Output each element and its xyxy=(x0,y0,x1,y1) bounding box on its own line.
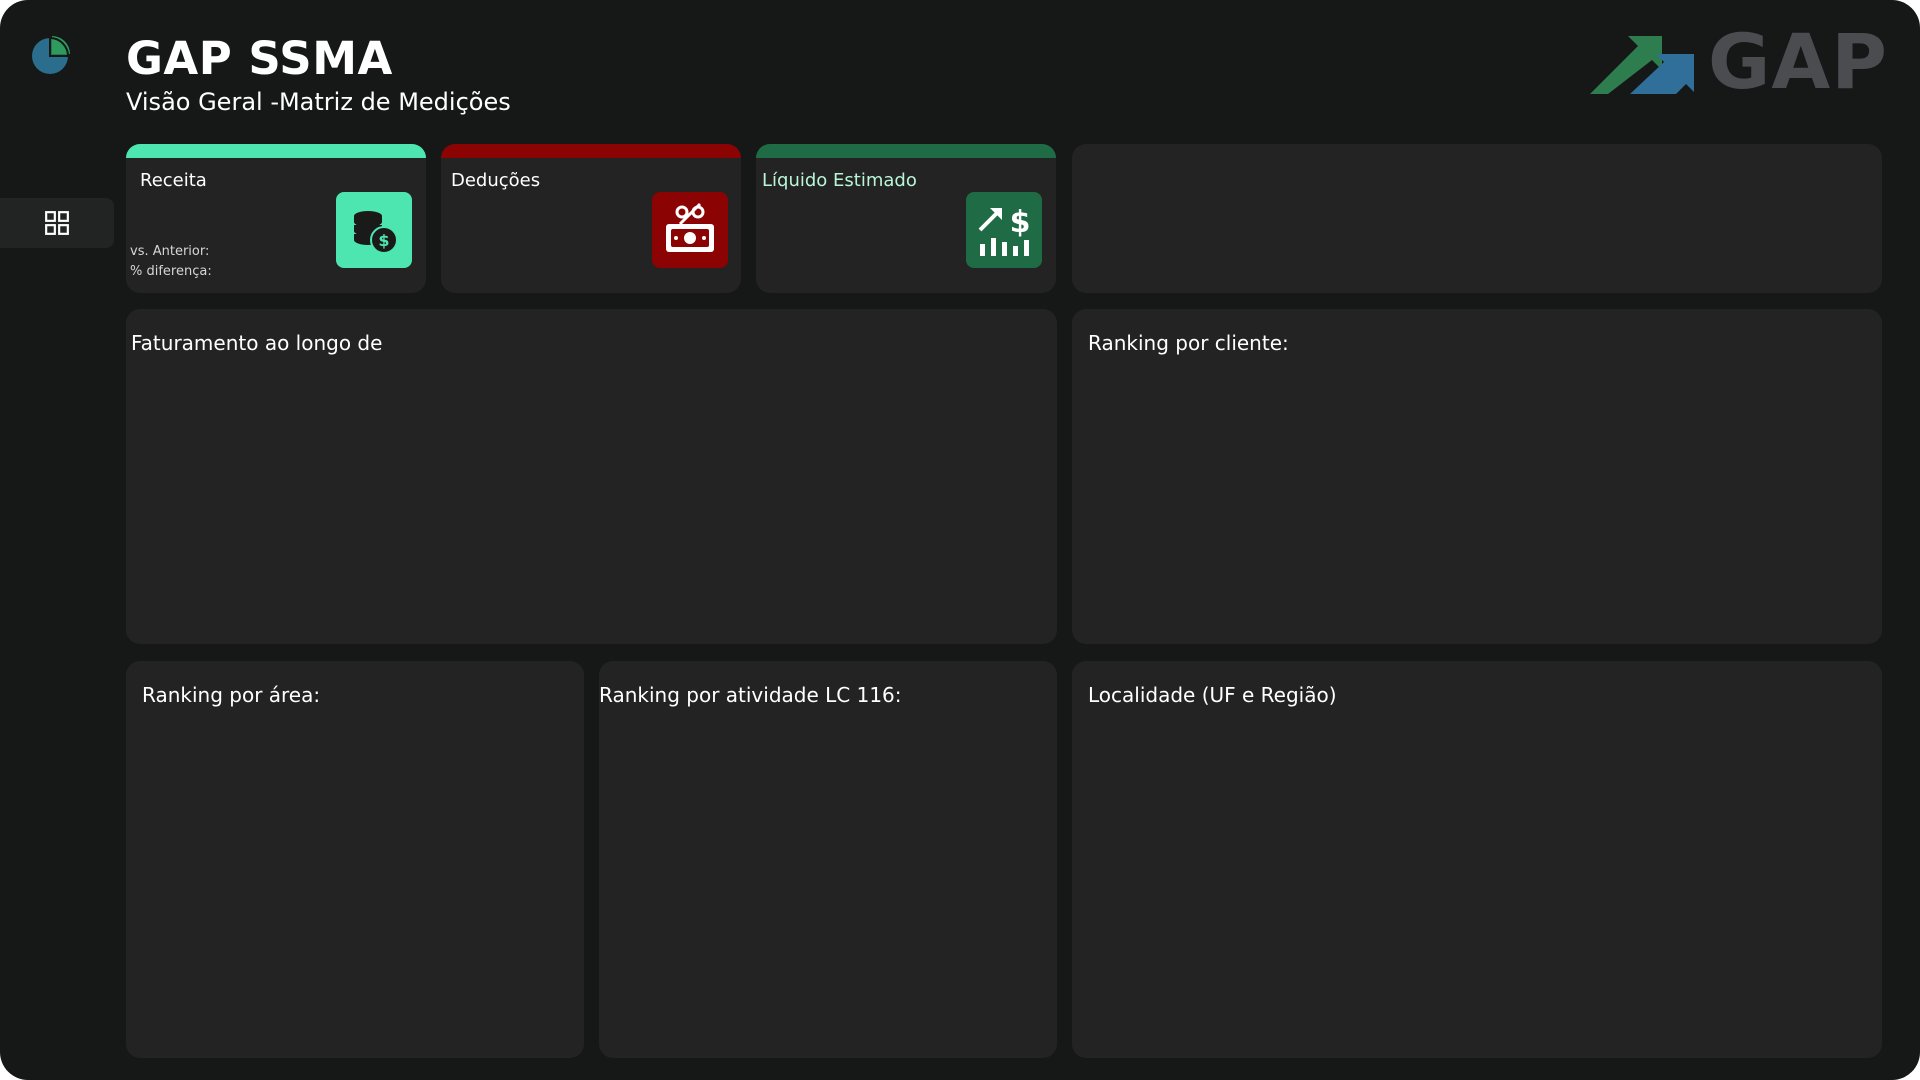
page-subtitle: Visão Geral -Matriz de Medições xyxy=(126,88,511,116)
kpi-card-liquido: Líquido Estimado $ xyxy=(756,144,1056,293)
panel-faturamento: Faturamento ao longo de xyxy=(126,309,1057,644)
panel-title: Ranking por atividade LC 116: xyxy=(599,683,902,707)
kpi-accent-bar xyxy=(126,144,426,158)
coins-dollar-icon: $ xyxy=(336,192,412,268)
panel-ranking-cliente: Ranking por cliente: xyxy=(1072,309,1882,644)
kpi-diff-label: % diferença: xyxy=(130,264,212,279)
app-frame: GAP SSMA Visão Geral -Matriz de Medições… xyxy=(0,0,1920,1080)
arrow-logo-icon xyxy=(1590,36,1694,94)
kpi-vs-previous-label: vs. Anterior: xyxy=(130,244,210,259)
kpi-label: Deduções xyxy=(451,170,541,191)
page-title: GAP SSMA xyxy=(126,32,393,85)
kpi-card-deducoes: Deduções xyxy=(441,144,741,293)
svg-text:$: $ xyxy=(1010,205,1031,240)
panel-title: Localidade (UF e Região) xyxy=(1088,683,1337,707)
panel-title: Faturamento ao longo de xyxy=(131,331,383,355)
brand-wordmark: GAP xyxy=(1708,17,1888,106)
kpi-label: Receita xyxy=(140,170,207,191)
sidebar-item-dashboard[interactable] xyxy=(0,198,114,248)
kpi-accent-bar xyxy=(756,144,1056,158)
kpi-accent-bar xyxy=(441,144,741,158)
chart-dollar-up-icon: $ xyxy=(966,192,1042,268)
panel-localidade: Localidade (UF e Região) xyxy=(1072,661,1882,1058)
kpi-label: Líquido Estimado xyxy=(762,170,917,191)
pie-chart-icon[interactable] xyxy=(29,34,71,76)
panel-title: Ranking por área: xyxy=(142,683,321,707)
svg-text:$: $ xyxy=(378,231,389,250)
grid-icon xyxy=(45,211,69,235)
panel-ranking-atividade: Ranking por atividade LC 116: xyxy=(599,661,1057,1058)
panel-ranking-area: Ranking por área: xyxy=(126,661,584,1058)
kpi-empty-panel xyxy=(1072,144,1882,293)
discount-ticket-icon xyxy=(652,192,728,268)
brand-logo: GAP xyxy=(1590,24,1887,100)
panel-title: Ranking por cliente: xyxy=(1088,331,1289,355)
kpi-card-receita: Receita $ vs. Anterior: % diferença: xyxy=(126,144,426,293)
